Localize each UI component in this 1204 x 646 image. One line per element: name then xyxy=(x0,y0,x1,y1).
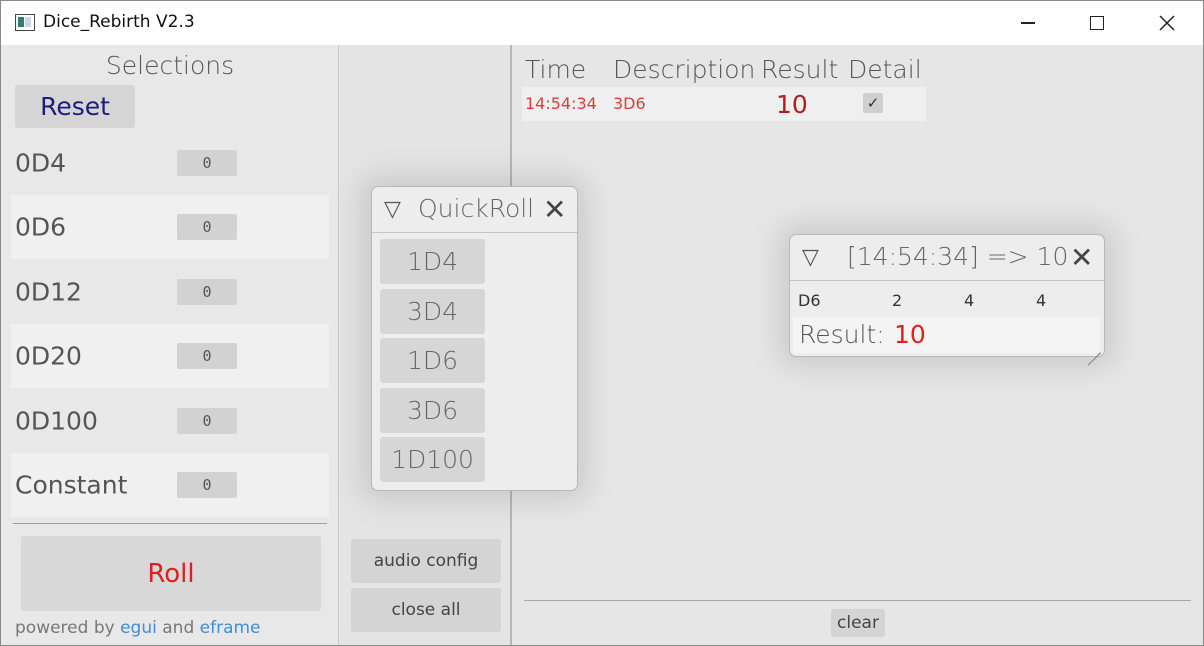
dice-row-d20: 0D20 0 xyxy=(11,324,329,388)
divider xyxy=(524,600,1191,601)
dice-label: 0D6 xyxy=(15,212,67,242)
roll-value: 4 xyxy=(964,291,975,310)
audio-config-button[interactable]: audio config xyxy=(351,539,501,583)
quickroll-window[interactable]: ▽ QuickRoll ✕ 1D4 3D4 1D6 3D6 1D100 xyxy=(371,186,578,491)
quickroll-3d4-button[interactable]: 3D4 xyxy=(380,289,485,334)
dice-label: 0D100 xyxy=(15,406,98,436)
result-value: 10 xyxy=(894,320,926,349)
quickroll-1d4-button[interactable]: 1D4 xyxy=(380,239,485,284)
dice-count-field[interactable]: 0 xyxy=(177,343,237,369)
powered-prefix: powered by xyxy=(15,618,121,638)
divider xyxy=(13,523,327,524)
dice-count-field[interactable]: 0 xyxy=(177,408,237,434)
window-title: Dice_Rebirth V2.3 xyxy=(43,12,195,32)
detail-header: Detail xyxy=(848,55,922,84)
maximize-icon xyxy=(1090,16,1104,30)
clear-button[interactable]: clear xyxy=(831,609,885,637)
history-row: 14:54:34 3D6 10 ✓ xyxy=(522,87,926,121)
quickroll-title: QuickRoll xyxy=(418,194,535,223)
app-window: Dice_Rebirth V2.3 Selections Reset 0D4 0… xyxy=(0,0,1204,646)
quickroll-1d6-button[interactable]: 1D6 xyxy=(380,338,485,383)
dice-row-constant: Constant 0 xyxy=(11,453,329,517)
dice-row-d100: 0D100 0 xyxy=(11,389,329,453)
resize-grip-icon[interactable] xyxy=(1087,339,1101,353)
powered-by-text: powered by egui and eframe xyxy=(15,618,261,638)
roll-button[interactable]: Roll xyxy=(21,536,321,611)
minimize-icon xyxy=(1021,22,1035,24)
constant-field[interactable]: 0 xyxy=(177,472,237,498)
close-icon[interactable]: ✕ xyxy=(1070,244,1093,272)
close-icon xyxy=(1159,15,1175,31)
selections-title: Selections xyxy=(105,51,235,80)
dice-label: Constant xyxy=(15,470,128,500)
dice-label: 0D12 xyxy=(15,277,82,307)
close-window-button[interactable] xyxy=(1144,7,1190,39)
quickroll-1d100-button[interactable]: 1D100 xyxy=(380,437,485,482)
dice-row-d6: 0D6 0 xyxy=(11,195,329,259)
dice-row-d12: 0D12 0 xyxy=(11,260,329,324)
row-time: 14:54:34 xyxy=(525,94,597,113)
result-label: Result: xyxy=(799,320,885,349)
roll-value: 4 xyxy=(1036,291,1047,310)
reset-button[interactable]: Reset xyxy=(15,85,135,128)
dice-label: 0D4 xyxy=(15,148,67,178)
egui-link[interactable]: egui xyxy=(120,618,157,638)
row-description: 3D6 xyxy=(613,94,646,113)
quickroll-3d6-button[interactable]: 3D6 xyxy=(380,388,485,433)
quickroll-header[interactable]: ▽ QuickRoll ✕ xyxy=(372,187,577,233)
eframe-link[interactable]: eframe xyxy=(200,618,261,638)
result-header: Result xyxy=(761,55,839,84)
close-icon[interactable]: ✕ xyxy=(543,196,566,224)
roll-detail-title: [14:54:34] => 10 xyxy=(847,242,1069,271)
dice-count-field[interactable]: 0 xyxy=(177,279,237,305)
title-bar[interactable]: Dice_Rebirth V2.3 xyxy=(1,1,1203,45)
dice-count-field[interactable]: 0 xyxy=(177,214,237,240)
selections-panel: Selections Reset 0D4 0 0D6 0 0D12 0 0D20… xyxy=(1,45,339,645)
and-text: and xyxy=(156,618,200,638)
row-result: 10 xyxy=(776,90,808,119)
detail-checkbox[interactable]: ✓ xyxy=(863,93,883,113)
time-header: Time xyxy=(525,55,587,84)
roll-detail-window[interactable]: ▽ [14:54:34] => 10 ✕ D6 2 4 4 Result: 10 xyxy=(789,234,1105,357)
app-icon xyxy=(15,14,35,31)
maximize-button[interactable] xyxy=(1074,7,1120,39)
dice-label: 0D20 xyxy=(15,341,82,371)
description-header: Description xyxy=(613,55,756,84)
dice-type-label: D6 xyxy=(798,291,821,310)
dice-count-field[interactable]: 0 xyxy=(177,150,237,176)
roll-detail-header[interactable]: ▽ [14:54:34] => 10 ✕ xyxy=(790,235,1104,281)
minimize-button[interactable] xyxy=(1005,7,1051,39)
dice-row-d4: 0D4 0 xyxy=(11,131,329,195)
roll-value: 2 xyxy=(892,291,903,310)
result-row: Result: 10 xyxy=(793,317,1100,353)
collapse-triangle-icon[interactable]: ▽ xyxy=(384,197,401,222)
close-all-button[interactable]: close all xyxy=(351,588,501,632)
collapse-triangle-icon[interactable]: ▽ xyxy=(802,245,819,270)
